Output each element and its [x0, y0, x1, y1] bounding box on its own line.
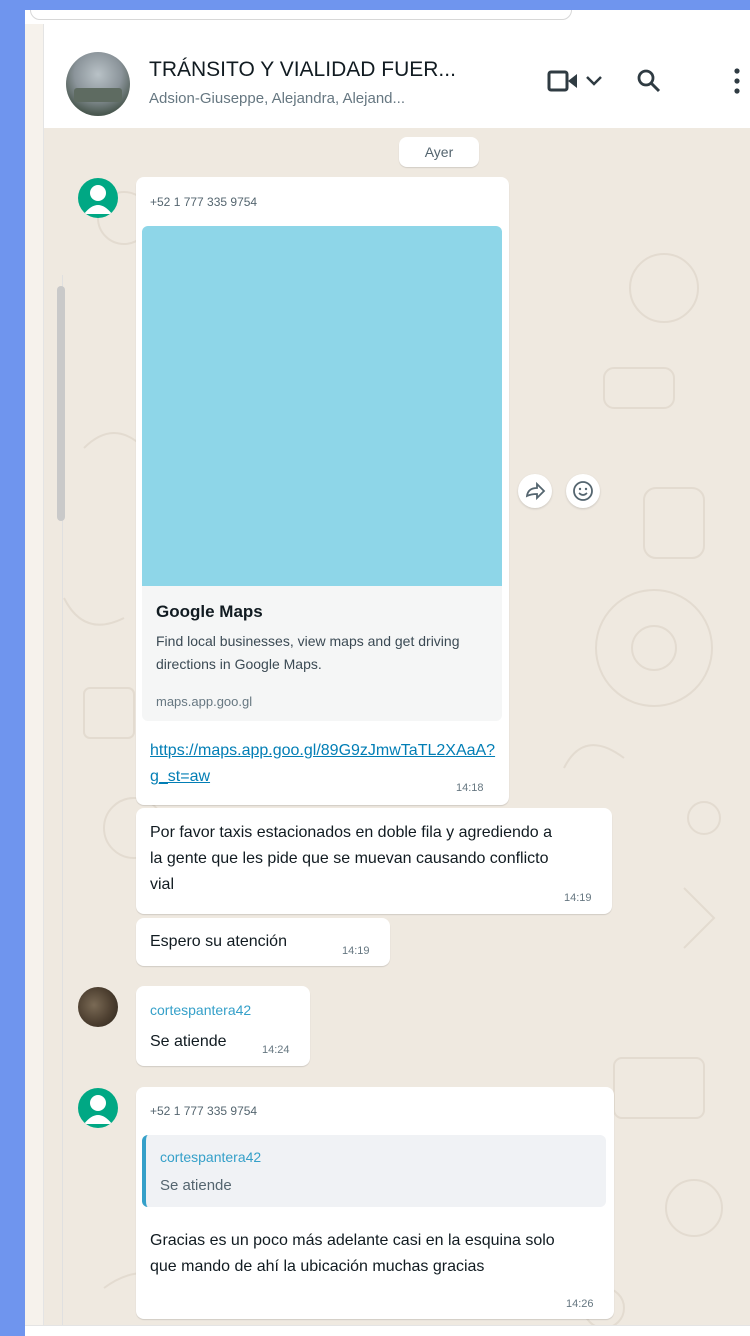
link-preview-domain: maps.app.goo.gl — [156, 694, 253, 709]
group-avatar[interactable] — [66, 52, 130, 116]
search-icon[interactable] — [636, 68, 662, 94]
quoted-message[interactable]: cortespantera42 Se atiende — [142, 1135, 606, 1207]
message-time: 14:26 — [566, 1298, 594, 1310]
map-preview-image[interactable] — [142, 226, 502, 586]
message-text: Se atiende — [150, 1033, 227, 1050]
quoted-sender-name: cortespantera42 — [160, 1149, 262, 1165]
quoted-text: Se atiende — [160, 1177, 232, 1194]
message-time: 14:18 — [456, 782, 484, 794]
more-vertical-icon[interactable] — [729, 66, 745, 96]
link-preview-card[interactable]: Google Maps Find local businesses, view … — [142, 586, 502, 721]
date-divider: Ayer — [399, 137, 479, 167]
react-button[interactable] — [566, 474, 600, 508]
search-pill[interactable] — [30, 10, 572, 20]
sender-name[interactable]: cortespantera42 — [150, 1002, 251, 1018]
contact-avatar-photo[interactable] — [78, 987, 118, 1027]
top-strip — [25, 10, 750, 24]
sender-phone[interactable]: +52 1 777 335 9754 — [150, 195, 257, 209]
message-text: Gracias es un poco más adelante casi en … — [150, 1232, 555, 1275]
emoji-icon — [573, 481, 593, 501]
message-text: Por favor taxis estacionados en doble fi… — [150, 824, 553, 893]
default-user-icon — [84, 185, 112, 214]
forward-icon — [525, 481, 546, 501]
chevron-down-icon[interactable] — [584, 74, 604, 88]
composer-edge — [25, 1325, 750, 1336]
forward-button[interactable] — [518, 474, 552, 508]
message-time: 14:19 — [564, 892, 592, 904]
scrollbar-thumb[interactable] — [57, 286, 65, 521]
contact-avatar[interactable] — [78, 1088, 118, 1128]
chat-title[interactable]: TRÁNSITO Y VIALIDAD FUER... — [149, 58, 499, 82]
link-preview-title: Google Maps — [156, 602, 263, 621]
default-user-icon — [84, 1095, 112, 1124]
contact-avatar[interactable] — [78, 178, 118, 218]
message-link[interactable]: https://maps.app.goo.gl/89G9zJmwTaTL2XAa… — [150, 738, 500, 790]
message-text: Espero su atención — [150, 933, 287, 950]
message-time: 14:24 — [262, 1044, 290, 1056]
link-preview-description: Find local businesses, view maps and get… — [156, 633, 460, 672]
video-call-icon[interactable] — [546, 68, 580, 94]
sender-phone[interactable]: +52 1 777 335 9754 — [150, 1104, 257, 1118]
chat-participants[interactable]: Adsion-Giuseppe, Alejandra, Alejand... — [149, 90, 499, 107]
message-time: 14:19 — [342, 945, 370, 957]
chat-header[interactable]: TRÁNSITO Y VIALIDAD FUER... Adsion-Giuse… — [43, 24, 750, 128]
